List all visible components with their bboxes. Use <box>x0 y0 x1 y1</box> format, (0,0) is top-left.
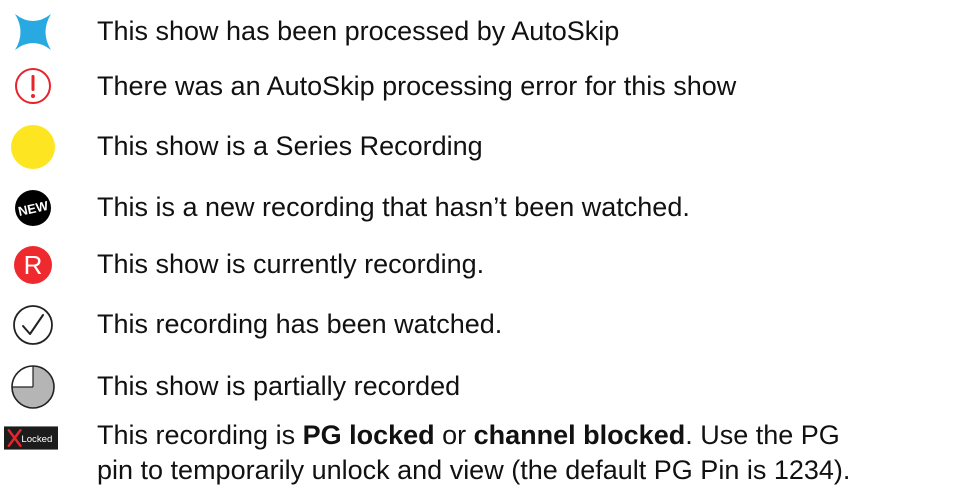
new-badge-icon: NEW <box>6 188 60 228</box>
legend-label-recording: This show is currently recording. <box>97 249 485 279</box>
legend-item-partial: This show is partially recorded <box>0 364 978 410</box>
recording-r-icon: R <box>6 245 60 285</box>
locked-badge-text: Locked <box>21 434 52 445</box>
legend-item-autoskip: This show has been processed by AutoSkip <box>0 12 978 52</box>
legend-label-locked: This recording is PG locked or channel b… <box>97 418 978 488</box>
legend-item-new: NEW This is a new recording that hasn’t … <box>0 188 978 228</box>
legend-label-partial: This show is partially recorded <box>97 371 461 401</box>
legend-item-recording: R This show is currently recording. <box>0 245 978 285</box>
locked-text-line2: pin to temporarily unlock and view (the … <box>97 455 851 485</box>
legend-label-new: This is a new recording that hasn’t been… <box>97 192 690 222</box>
watched-check-icon <box>6 304 60 346</box>
icon-legend: This show has been processed by AutoSkip… <box>0 0 978 495</box>
series-recording-dot-icon <box>6 124 60 170</box>
locked-text-pg-locked: PG locked <box>302 420 435 450</box>
locked-icon: Locked <box>4 424 58 452</box>
error-exclamation-icon <box>6 66 60 106</box>
autoskip-bowtie-icon <box>6 12 60 52</box>
locked-text-e: . Use the PG <box>685 420 840 450</box>
legend-label-series: This show is a Series Recording <box>97 131 483 161</box>
locked-text-a: This recording is <box>97 420 303 450</box>
locked-text-c: or <box>434 420 474 450</box>
recording-r-letter: R <box>24 250 43 280</box>
legend-item-error: There was an AutoSkip processing error f… <box>0 66 978 106</box>
partial-recording-pie-icon <box>6 364 60 410</box>
legend-label-watched: This recording has been watched. <box>97 309 503 339</box>
legend-label-error: There was an AutoSkip processing error f… <box>97 71 737 101</box>
legend-item-watched: This recording has been watched. <box>0 304 978 346</box>
legend-label-autoskip: This show has been processed by AutoSkip <box>97 16 620 46</box>
legend-item-locked: Locked This recording is PG locked or ch… <box>0 418 978 492</box>
locked-text-channel-blocked: channel blocked <box>473 420 686 450</box>
legend-item-series: This show is a Series Recording <box>0 124 978 170</box>
